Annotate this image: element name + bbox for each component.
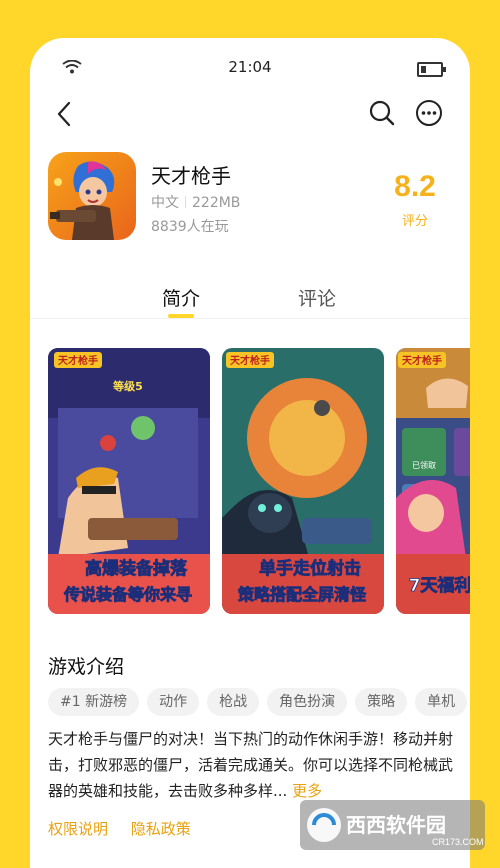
intro-section-title: 游戏介绍	[48, 656, 125, 678]
permissions-link[interactable]: 权限说明	[48, 820, 108, 838]
screenshot-logo: 天才枪手	[58, 354, 98, 367]
status-bar: 21:04	[30, 38, 470, 98]
game-description: 天才枪手与僵尸的对决！当下热门的动作休闲手游！移动并射击，打败邪恶的僵尸，活着完…	[48, 726, 453, 804]
player-count: 8839人在玩	[151, 219, 229, 235]
screenshot-1[interactable]: 天才枪手 等级5 高爆装备掉落 传说装备等你来寻	[48, 348, 210, 614]
app-size: 222MB	[192, 195, 241, 211]
screenshot-hud-text: 等级5	[112, 379, 143, 393]
battery-icon	[417, 62, 446, 77]
meta-divider	[185, 196, 186, 208]
rating-label: 评分	[401, 214, 428, 229]
site-watermark-logo: 西西软件园 CR173.COM	[300, 800, 485, 850]
tag-chip[interactable]: 单机	[415, 688, 468, 716]
app-icon	[48, 152, 136, 240]
watermark-name: 西西软件园	[346, 813, 446, 837]
privacy-policy-link[interactable]: 隐私政策	[131, 820, 191, 838]
status-time: 21:04	[228, 58, 272, 76]
screenshot-caption-top: 7天福利	[409, 575, 470, 596]
rating-score: 8.2	[394, 170, 436, 203]
screenshot-logo: 天才枪手	[402, 354, 442, 367]
phone-screen: 21:04 天才枪手 中文 222MB 8839人在玩 8.2 评分 简介 评论…	[30, 38, 470, 868]
tab-bar: 简介 评论	[30, 278, 470, 319]
app-name: 天才枪手	[151, 164, 231, 188]
tag-chip[interactable]: 策略	[355, 688, 408, 716]
tag-chip[interactable]: 枪战	[207, 688, 260, 716]
tag-chip[interactable]: 动作	[147, 688, 200, 716]
screenshot-caption-bottom: 策略搭配全屏清怪	[237, 585, 367, 604]
tag-list: #1 新游榜动作枪战角色扮演策略单机休闲	[48, 688, 470, 720]
screenshot-caption-top: 单手走位射击	[259, 558, 361, 579]
active-tab-indicator	[168, 314, 194, 318]
tab-comments[interactable]: 评论	[298, 284, 336, 311]
policy-links: 权限说明 隐私政策	[48, 818, 209, 839]
screenshot-caption-bottom: 传说装备等你来寻	[63, 585, 192, 604]
back-arrow-icon[interactable]	[54, 101, 78, 127]
screenshot-caption-top: 高爆装备掉落	[85, 558, 188, 579]
screenshot-2[interactable]: 天才枪手 单手走位射击 策略搭配全屏清怪	[222, 348, 384, 614]
screenshot-logo: 天才枪手	[230, 354, 270, 367]
screenshot-3[interactable]: 天才枪手 已领取 7天福利	[396, 348, 470, 614]
more-options-icon[interactable]	[414, 98, 444, 128]
tag-chip[interactable]: 角色扮演	[267, 688, 348, 716]
tab-intro[interactable]: 简介	[162, 284, 200, 311]
tag-chip[interactable]: #1 新游榜	[48, 688, 140, 716]
top-nav	[30, 98, 470, 148]
app-language: 中文	[151, 195, 179, 211]
search-icon[interactable]	[368, 98, 396, 128]
screenshot-carousel[interactable]: 天才枪手 等级5 高爆装备掉落 传说装备等你来寻 天才枪手 单手走位射击 策略搭…	[48, 348, 470, 614]
watermark-url: CR173.COM	[432, 837, 484, 847]
app-meta: 中文 222MB	[151, 192, 240, 212]
more-link[interactable]: 更多	[292, 782, 322, 800]
screenshot-badge: 已领取	[412, 460, 436, 470]
description-text: 天才枪手与僵尸的对决！当下热门的动作休闲手游！移动并射击，打败邪恶的僵尸，活着完…	[48, 730, 454, 800]
